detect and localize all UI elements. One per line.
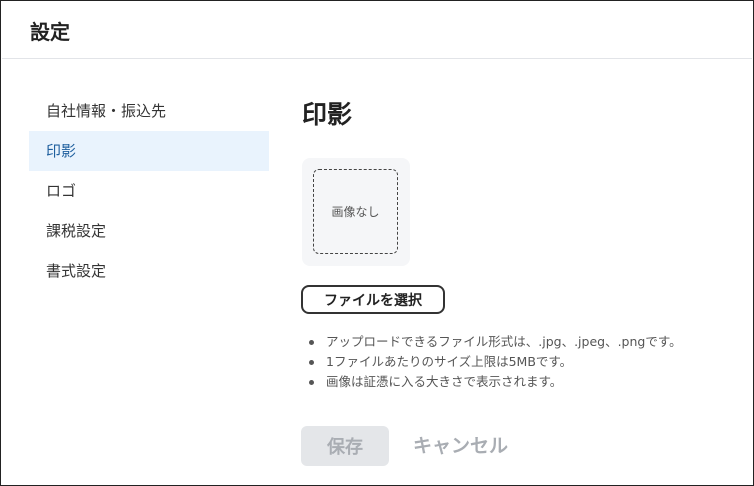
choose-file-button[interactable]: ファイルを選択	[301, 285, 445, 314]
seal-preview: 画像なし	[302, 158, 410, 266]
settings-sidebar: 自社情報・振込先 印影 ロゴ 課税設定 書式設定	[29, 91, 269, 291]
sidebar-item-logo[interactable]: ロゴ	[29, 171, 269, 211]
note-item: 1ファイルあたりのサイズ上限は5MBです。	[306, 352, 682, 372]
note-item: 画像は証憑に入る大きさで表示されます。	[306, 372, 682, 392]
page-title: 設定	[30, 20, 70, 44]
page-header: 設定	[2, 2, 752, 59]
section-title: 印影	[302, 100, 353, 129]
image-placeholder: 画像なし	[313, 169, 398, 254]
sidebar-item-tax-settings[interactable]: 課税設定	[29, 211, 269, 251]
sidebar-item-company-info[interactable]: 自社情報・振込先	[29, 91, 269, 131]
no-image-label: 画像なし	[331, 205, 380, 219]
sidebar-item-seal[interactable]: 印影	[29, 131, 269, 171]
sidebar-item-format-settings[interactable]: 書式設定	[29, 251, 269, 291]
note-item: アップロードできるファイル形式は、.jpg、.jpeg、.pngです。	[306, 332, 682, 352]
save-button[interactable]: 保存	[301, 426, 389, 466]
settings-window: 設定 自社情報・振込先 印影 ロゴ 課税設定 書式設定 印影 画像なし ファイル…	[0, 0, 754, 486]
upload-notes: アップロードできるファイル形式は、.jpg、.jpeg、.pngです。 1ファイ…	[306, 332, 682, 392]
cancel-button[interactable]: キャンセル	[413, 426, 508, 466]
